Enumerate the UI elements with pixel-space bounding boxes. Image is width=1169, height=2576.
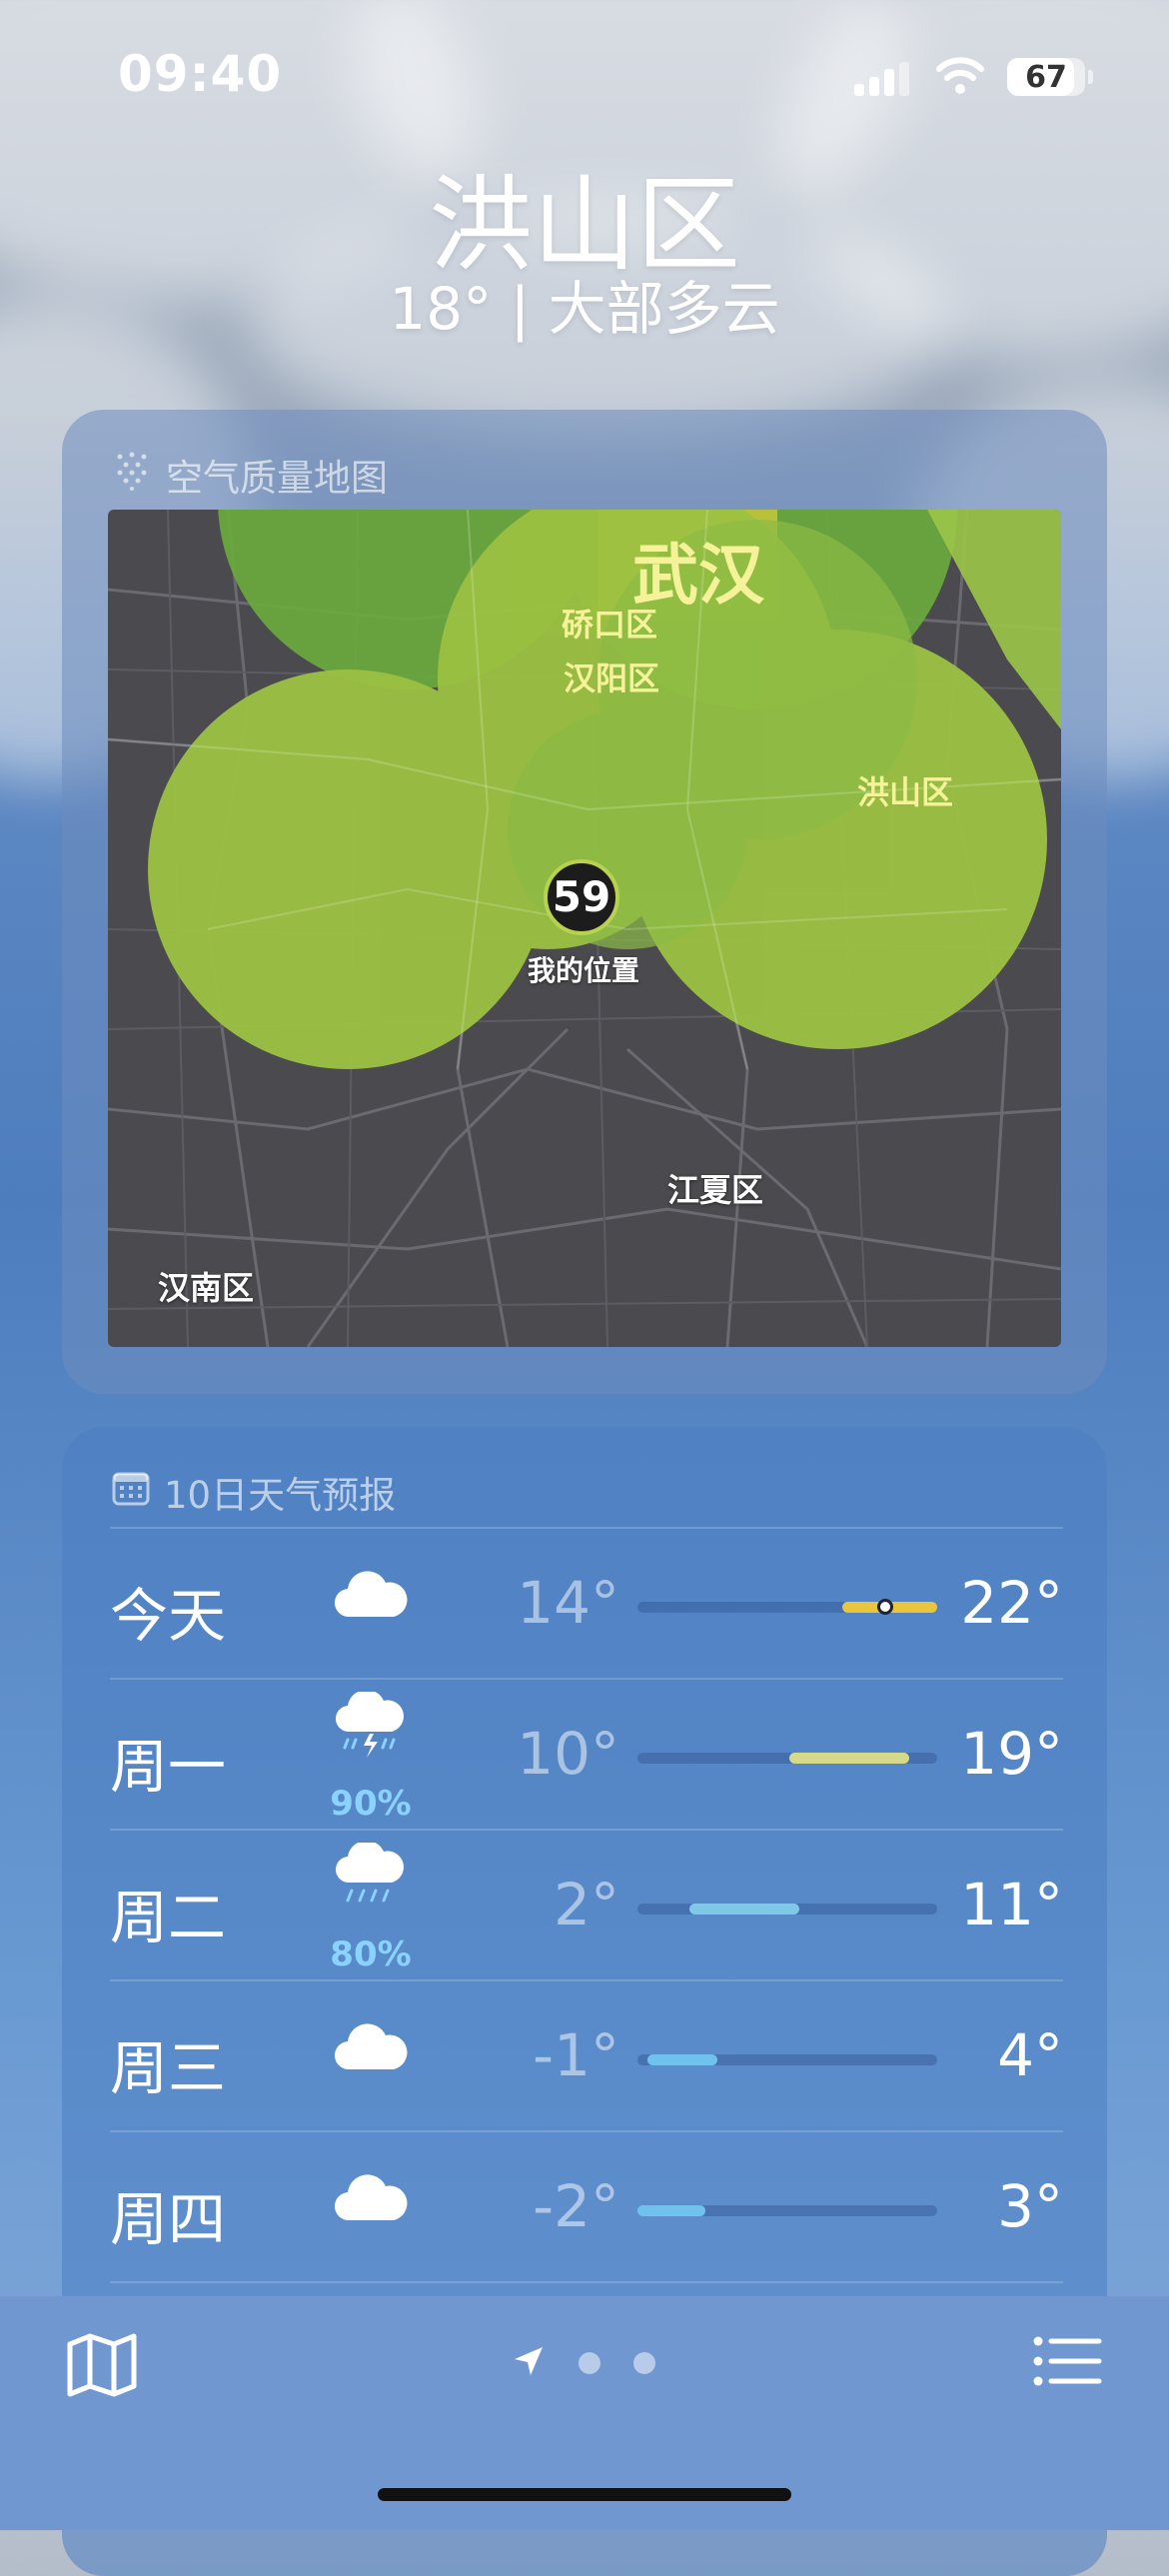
row-divider (110, 1678, 1063, 1680)
cloud-icon (334, 2021, 414, 2075)
high-temp: 22° (960, 1569, 1063, 1637)
low-temp: 2° (554, 1871, 619, 1938)
temp-range-fill (647, 2054, 717, 2065)
map-label-hanyang: 汉阳区 (564, 659, 660, 697)
day-label: 周二 (110, 1884, 227, 1951)
temp-range-fill (637, 2205, 705, 2216)
page-dot[interactable] (633, 2352, 656, 2374)
precip-chance: 90% (330, 1784, 412, 1824)
forecast-row[interactable]: 今天 14° 22° (110, 1527, 1063, 1678)
forecast-header: 10日天气预报 (112, 1465, 396, 1519)
battery-level: 67 (1025, 60, 1067, 95)
air-quality-title: 空气质量地图 (166, 457, 388, 500)
map-icon[interactable] (66, 2332, 138, 2402)
wifi-icon (935, 55, 985, 99)
precip-chance: 80% (330, 1934, 412, 1974)
air-quality-map-card[interactable]: 空气质量地图 武汉 硚口区 汉阳区 洪山区 59 我的位置 江夏区 汉南区 (62, 410, 1107, 1394)
aqi-location-pin[interactable]: 59 (544, 859, 619, 935)
row-divider (110, 1829, 1063, 1831)
air-quality-header: 空气质量地图 (112, 448, 388, 502)
forecast-row[interactable]: 周三 -1° 4° (110, 1979, 1063, 2130)
list-icon[interactable] (1033, 2336, 1103, 2390)
home-indicator[interactable] (378, 2488, 791, 2501)
forecast-row[interactable]: 周一 90% 10° 19° (110, 1678, 1063, 1829)
map-label-hongshan: 洪山区 (857, 773, 954, 811)
status-time: 09:40 (118, 45, 283, 103)
row-divider (110, 1527, 1063, 1529)
low-temp: 10° (517, 1720, 619, 1788)
forecast-row[interactable]: 周二 80% 2° 11° (110, 1829, 1063, 1979)
map-label-jiangxia: 江夏区 (667, 1171, 764, 1209)
temp-range-fill (689, 1904, 799, 1915)
calendar-icon (112, 1469, 150, 1516)
thunderstorm-icon (334, 1689, 414, 1766)
cloud-icon (334, 2172, 414, 2226)
day-label: 周四 (110, 2185, 227, 2253)
low-temp: -1° (533, 2021, 619, 2089)
battery-tip (1088, 70, 1093, 84)
high-temp: 4° (997, 2021, 1063, 2089)
location-arrow-icon[interactable] (512, 2344, 546, 2382)
row-divider (110, 1979, 1063, 1981)
rain-icon (334, 1840, 414, 1917)
air-quality-dots-icon (112, 451, 152, 500)
air-quality-map[interactable]: 武汉 硚口区 汉阳区 洪山区 59 我的位置 江夏区 汉南区 (108, 510, 1061, 1347)
high-temp: 3° (997, 2172, 1063, 2240)
page-indicator[interactable] (512, 2344, 656, 2382)
map-label-qiaokou: 硚口区 (562, 606, 658, 644)
forecast-row[interactable]: 周四 -2° 3° (110, 2130, 1063, 2281)
row-divider (110, 2130, 1063, 2132)
current-conditions: 18° | 大部多云 (389, 275, 780, 343)
cloud-icon (334, 1569, 414, 1623)
low-temp: -2° (533, 2172, 619, 2240)
map-label-hannan: 汉南区 (158, 1269, 255, 1307)
battery-icon: 67 (1007, 58, 1085, 96)
my-location-label: 我的位置 (528, 954, 640, 987)
page-dot[interactable] (579, 2352, 601, 2374)
day-label: 周三 (110, 2034, 227, 2102)
high-temp: 11° (960, 1871, 1063, 1938)
day-label: 今天 (110, 1582, 227, 1650)
forecast-title: 10日天气预报 (164, 1474, 397, 1517)
low-temp: 14° (517, 1569, 619, 1637)
cellular-signal-icon (854, 60, 914, 96)
high-temp: 19° (960, 1720, 1063, 1788)
row-divider (110, 2281, 1063, 2283)
day-label: 周一 (110, 1733, 227, 1801)
